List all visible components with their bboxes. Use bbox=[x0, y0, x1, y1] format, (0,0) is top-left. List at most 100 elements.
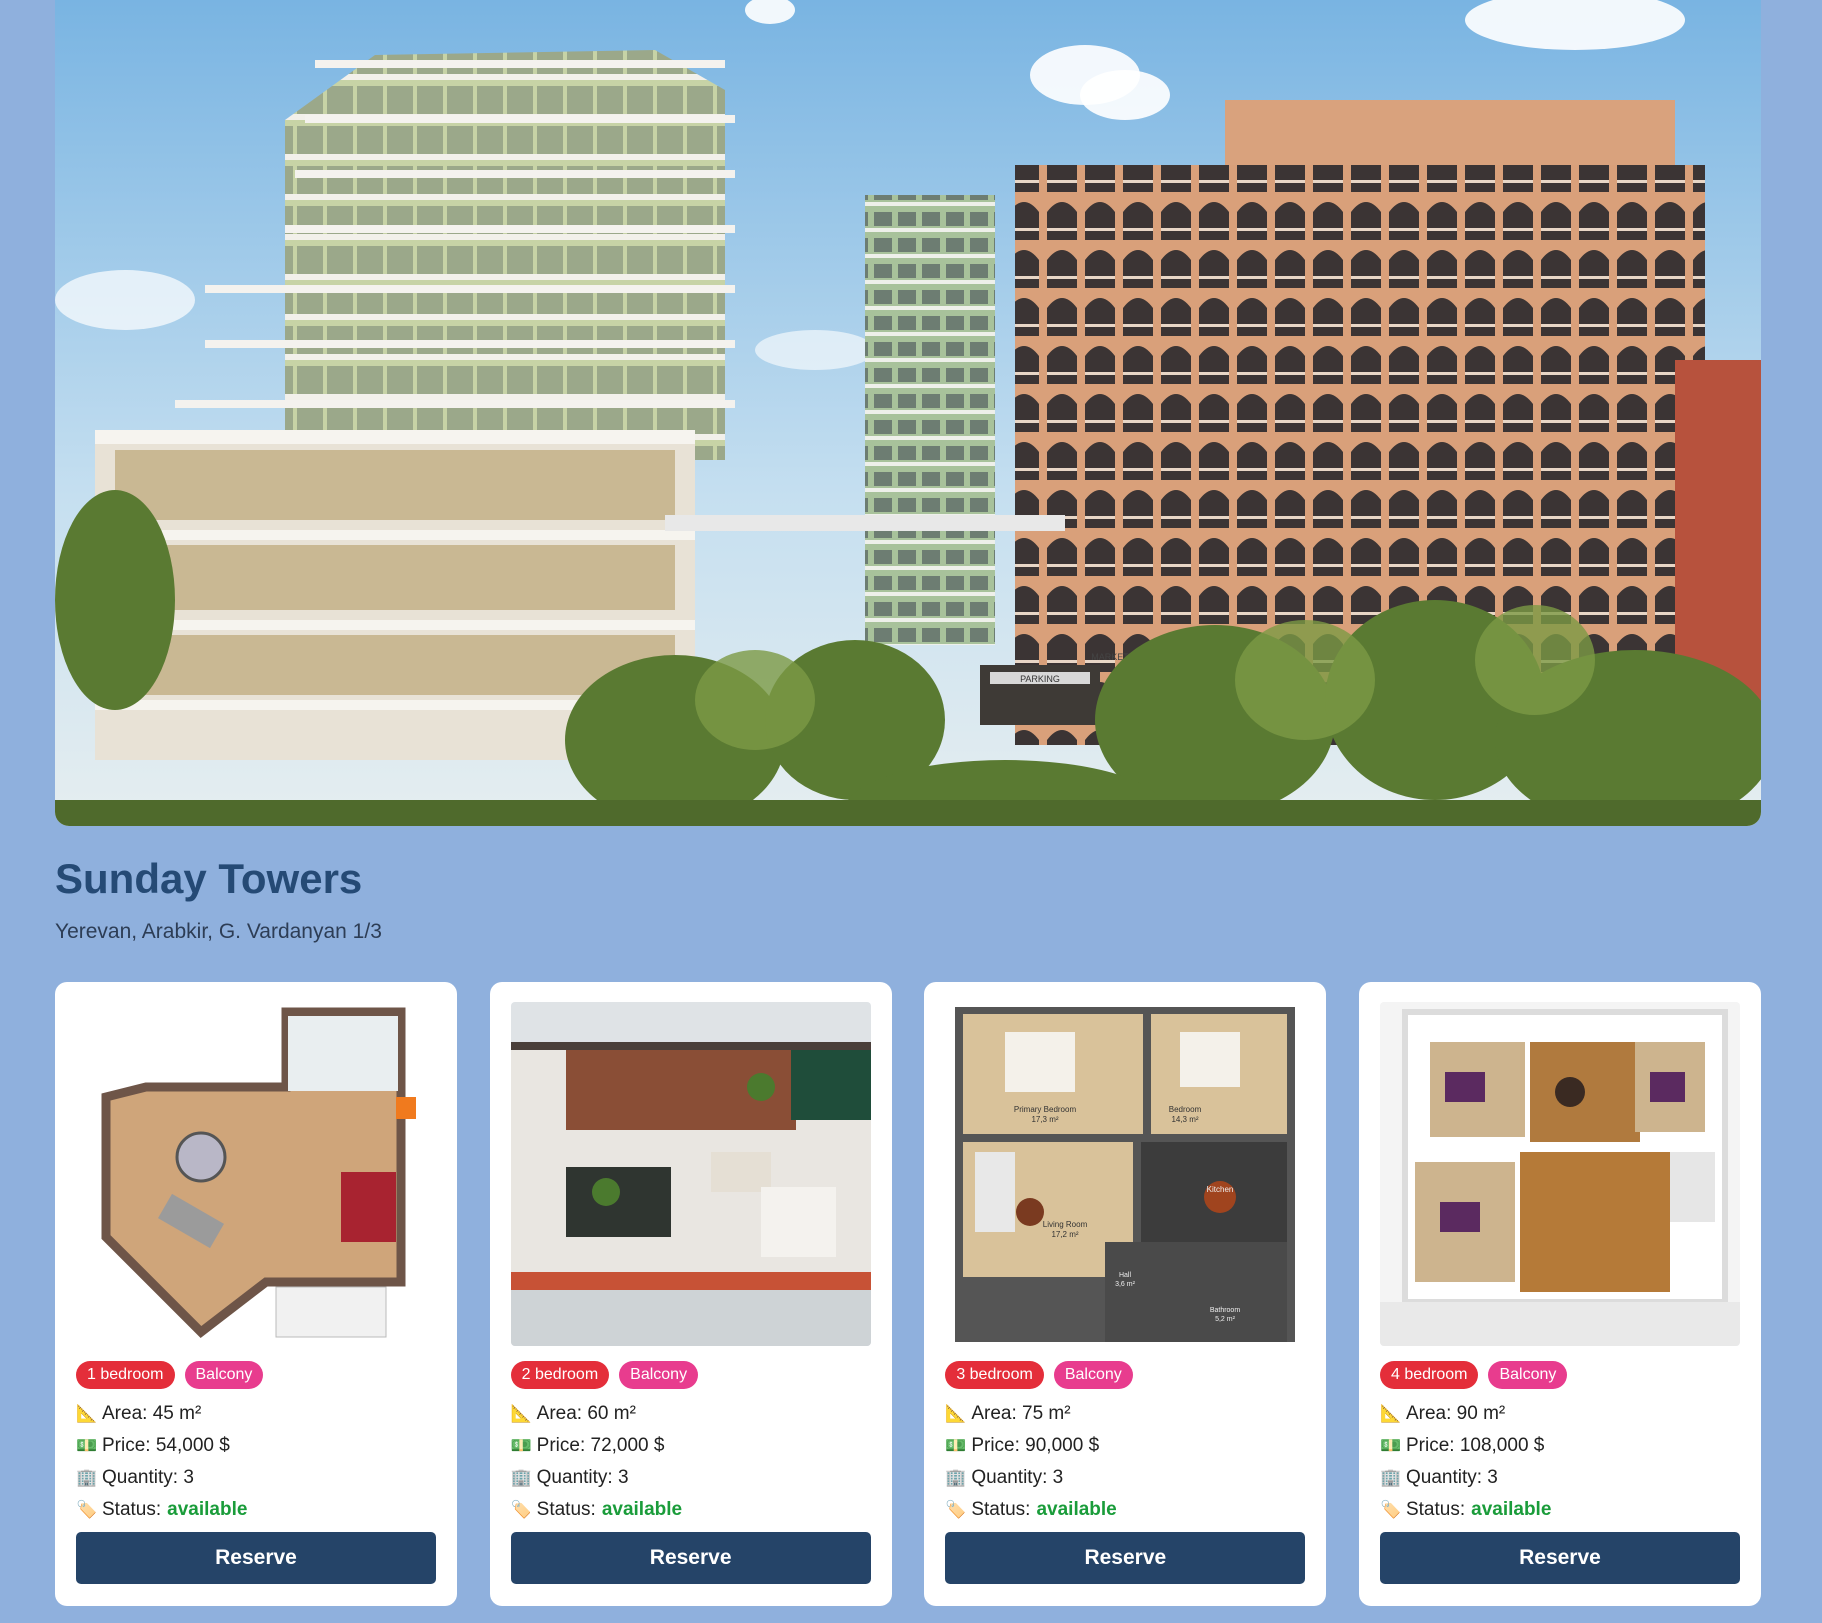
quantity-label: Quantity: bbox=[536, 1467, 613, 1488]
apartment-card-3-bedroom: Primary Bedroom 17,3 m² Bedroom 14,3 m² … bbox=[924, 982, 1327, 1606]
price-value: 54,000 $ bbox=[155, 1435, 230, 1456]
status-row: 🏷️ Status: available bbox=[511, 1494, 682, 1526]
quantity-row: 🏢 Quantity: 3 bbox=[511, 1462, 682, 1494]
triangular-ruler-icon: 📐 bbox=[945, 1404, 967, 1423]
bedroom-area: 14,3 m² bbox=[1172, 1115, 1199, 1124]
price-value: 90,000 $ bbox=[1025, 1435, 1100, 1456]
area-row: 📐 Area: 60 m² bbox=[511, 1398, 682, 1430]
area-value: 45 m² bbox=[152, 1403, 202, 1424]
floor-plan-illustration: Primary Bedroom 17,3 m² Bedroom 14,3 m² … bbox=[945, 1002, 1306, 1346]
kitchen-label: Kitchen bbox=[1207, 1185, 1234, 1194]
status-row: 🏷️ Status: available bbox=[945, 1494, 1116, 1526]
primary-bedroom-area: 17,3 m² bbox=[1032, 1115, 1059, 1124]
area-label: Area: bbox=[536, 1403, 583, 1424]
floor-plan-image bbox=[510, 1002, 871, 1346]
status-value: available bbox=[601, 1499, 683, 1520]
floor-plan-illustration bbox=[1379, 1002, 1740, 1346]
area-label: Area: bbox=[102, 1403, 148, 1424]
label-tag-icon: 🏷️ bbox=[76, 1500, 98, 1519]
reserve-button[interactable]: Reserve bbox=[76, 1532, 436, 1584]
banknote-icon: 💵 bbox=[76, 1436, 98, 1455]
reserve-button[interactable]: Reserve bbox=[945, 1532, 1306, 1584]
balcony-tag: Balcony bbox=[1488, 1361, 1568, 1389]
project-title: Sunday Towers bbox=[55, 855, 363, 902]
balcony-tag: Balcony bbox=[619, 1361, 699, 1389]
living-room-area: 17,2 m² bbox=[1052, 1230, 1079, 1239]
building-icon: 🏢 bbox=[510, 1468, 532, 1487]
area-label: Area: bbox=[971, 1403, 1017, 1424]
status-value: available bbox=[167, 1499, 248, 1520]
apartment-card-2-bedroom: 2 bedroom Balcony 📐 Area: 60 m² 💵 Price:… bbox=[489, 982, 892, 1606]
bedroom-count-tag: 4 bedroom bbox=[1379, 1361, 1479, 1389]
price-row: 💵 Price: 108,000 $ bbox=[1380, 1430, 1551, 1462]
quantity-value: 3 bbox=[617, 1467, 629, 1488]
quantity-label: Quantity: bbox=[1405, 1467, 1483, 1488]
banknote-icon: 💵 bbox=[1379, 1436, 1402, 1455]
quantity-row: 🏢 Quantity: 3 bbox=[945, 1462, 1116, 1494]
price-row: 💵 Price: 72,000 $ bbox=[511, 1430, 682, 1462]
price-label: Price: bbox=[102, 1435, 151, 1456]
floor-plan-image bbox=[76, 1002, 436, 1346]
price-label: Price: bbox=[536, 1435, 586, 1456]
quantity-value: 3 bbox=[1487, 1467, 1498, 1488]
price-row: 💵 Price: 90,000 $ bbox=[945, 1430, 1116, 1462]
quantity-row: 🏢 Quantity: 3 bbox=[76, 1462, 247, 1494]
apartment-card-4-bedroom: 4 bedroom Balcony 📐 Area: 90 m² 💵 Price:… bbox=[1358, 982, 1761, 1606]
status-value: available bbox=[1471, 1499, 1552, 1520]
triangular-ruler-icon: 📐 bbox=[1379, 1404, 1402, 1423]
banknote-icon: 💵 bbox=[510, 1436, 532, 1455]
building-icon: 🏢 bbox=[945, 1468, 967, 1487]
bedroom-count-tag: 3 bedroom bbox=[945, 1361, 1044, 1389]
status-label: Status: bbox=[971, 1499, 1031, 1520]
status-row: 🏷️ Status: available bbox=[76, 1494, 247, 1526]
project-hero-image: PARKING MARKET bbox=[55, 0, 1761, 826]
bedroom-count-tag: 2 bedroom bbox=[510, 1361, 610, 1389]
status-label: Status: bbox=[536, 1499, 596, 1520]
area-row: 📐 Area: 45 m² bbox=[76, 1398, 247, 1430]
status-label: Status: bbox=[102, 1499, 162, 1520]
area-row: 📐 Area: 90 m² bbox=[1380, 1398, 1551, 1430]
quantity-value: 3 bbox=[183, 1467, 194, 1488]
bedroom-label: Bedroom bbox=[1169, 1105, 1202, 1114]
price-label: Price: bbox=[971, 1435, 1020, 1456]
triangular-ruler-icon: 📐 bbox=[76, 1404, 98, 1423]
floor-plan-image bbox=[1379, 1002, 1740, 1346]
quantity-label: Quantity: bbox=[971, 1467, 1048, 1488]
price-row: 💵 Price: 54,000 $ bbox=[76, 1430, 247, 1462]
hall-area: 3,6 m² bbox=[1115, 1281, 1136, 1288]
bedroom-count-tag: 1 bedroom bbox=[76, 1361, 175, 1389]
area-row: 📐 Area: 75 m² bbox=[945, 1398, 1116, 1430]
quantity-value: 3 bbox=[1052, 1467, 1064, 1488]
area-value: 90 m² bbox=[1456, 1403, 1506, 1424]
banknote-icon: 💵 bbox=[945, 1436, 967, 1455]
parking-sign: PARKING bbox=[1020, 674, 1060, 684]
status-label: Status: bbox=[1405, 1499, 1466, 1520]
primary-bedroom-label: Primary Bedroom bbox=[1014, 1105, 1077, 1114]
apartment-cards-list: 1 bedroom Balcony 📐 Area: 45 m² 💵 Price:… bbox=[55, 982, 1761, 1606]
towers-render-illustration: PARKING MARKET bbox=[55, 0, 1761, 826]
living-room-label: Living Room bbox=[1043, 1220, 1088, 1229]
building-icon: 🏢 bbox=[76, 1468, 98, 1487]
reserve-button[interactable]: Reserve bbox=[1379, 1532, 1740, 1584]
project-address: Yerevan, Arabkir, G. Vardanyan 1/3 bbox=[55, 920, 382, 943]
bathroom-label: Bathroom bbox=[1210, 1307, 1241, 1314]
reserve-button[interactable]: Reserve bbox=[510, 1532, 871, 1584]
apartment-card-1-bedroom: 1 bedroom Balcony 📐 Area: 45 m² 💵 Price:… bbox=[55, 982, 457, 1606]
price-value: 72,000 $ bbox=[590, 1435, 665, 1456]
floor-plan-illustration bbox=[76, 1002, 436, 1346]
hall-label: Hall bbox=[1119, 1272, 1132, 1279]
label-tag-icon: 🏷️ bbox=[510, 1500, 532, 1519]
price-label: Price: bbox=[1405, 1435, 1455, 1456]
status-value: available bbox=[1036, 1499, 1117, 1520]
balcony-tag: Balcony bbox=[1053, 1361, 1133, 1389]
bathroom-area: 5,2 m² bbox=[1215, 1316, 1236, 1323]
floor-plan-image: Primary Bedroom 17,3 m² Bedroom 14,3 m² … bbox=[945, 1002, 1306, 1346]
triangular-ruler-icon: 📐 bbox=[510, 1404, 532, 1423]
status-row: 🏷️ Status: available bbox=[1380, 1494, 1551, 1526]
quantity-label: Quantity: bbox=[102, 1467, 179, 1488]
area-value: 60 m² bbox=[587, 1403, 636, 1424]
balcony-tag: Balcony bbox=[184, 1361, 264, 1389]
building-icon: 🏢 bbox=[1379, 1468, 1402, 1487]
label-tag-icon: 🏷️ bbox=[945, 1500, 967, 1519]
area-value: 75 m² bbox=[1022, 1403, 1071, 1424]
